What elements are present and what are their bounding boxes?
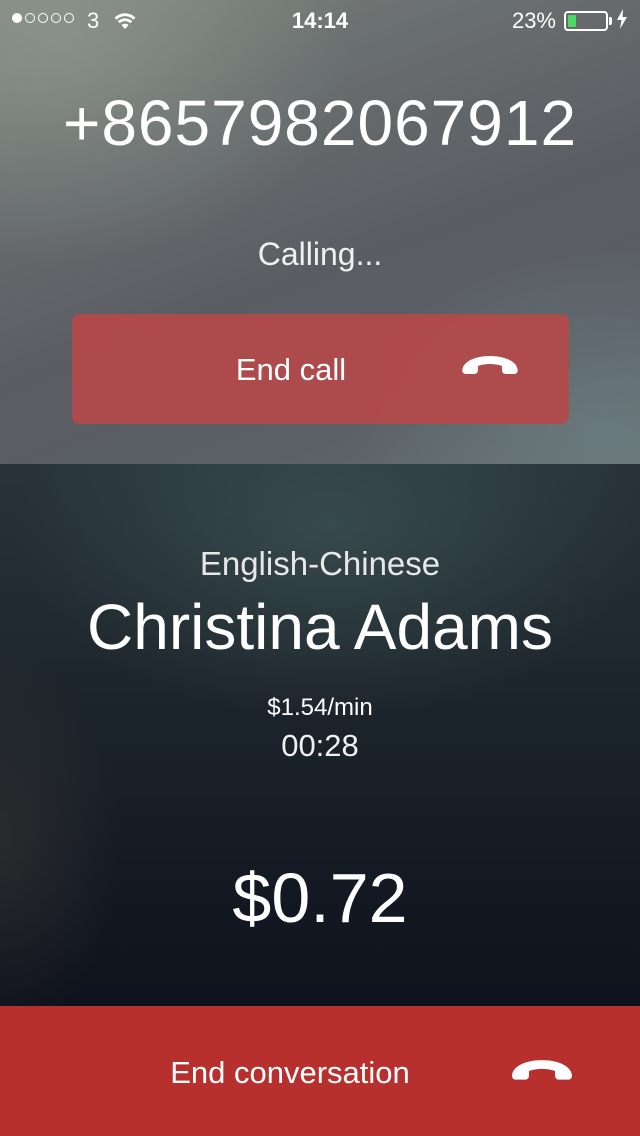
total-cost: $0.72 — [232, 859, 408, 937]
status-bar: 3 14:14 23% — [0, 0, 640, 40]
end-conversation-button[interactable]: End conversation — [0, 1006, 640, 1136]
call-section: 3 14:14 23% +8657982067912 Calling... En… — [0, 0, 640, 464]
battery-level-fill — [568, 15, 576, 27]
end-call-button[interactable]: End call — [72, 314, 569, 424]
end-conversation-label: End conversation — [170, 1055, 410, 1090]
phone-hangup-icon — [462, 354, 518, 383]
rate-per-minute: $1.54/min — [267, 694, 373, 721]
call-status: Calling... — [257, 236, 383, 272]
interpreter-name: Christina Adams — [87, 591, 553, 663]
end-call-label: End call — [235, 352, 347, 387]
charging-bolt-icon — [616, 9, 628, 35]
phone-hangup-icon — [510, 1058, 574, 1089]
battery-percentage: 23% — [511, 8, 556, 33]
battery-icon — [564, 11, 612, 31]
call-duration: 00:28 — [281, 728, 359, 763]
language-pair: English-Chinese — [199, 545, 441, 582]
phone-number: +8657982067912 — [62, 87, 578, 159]
